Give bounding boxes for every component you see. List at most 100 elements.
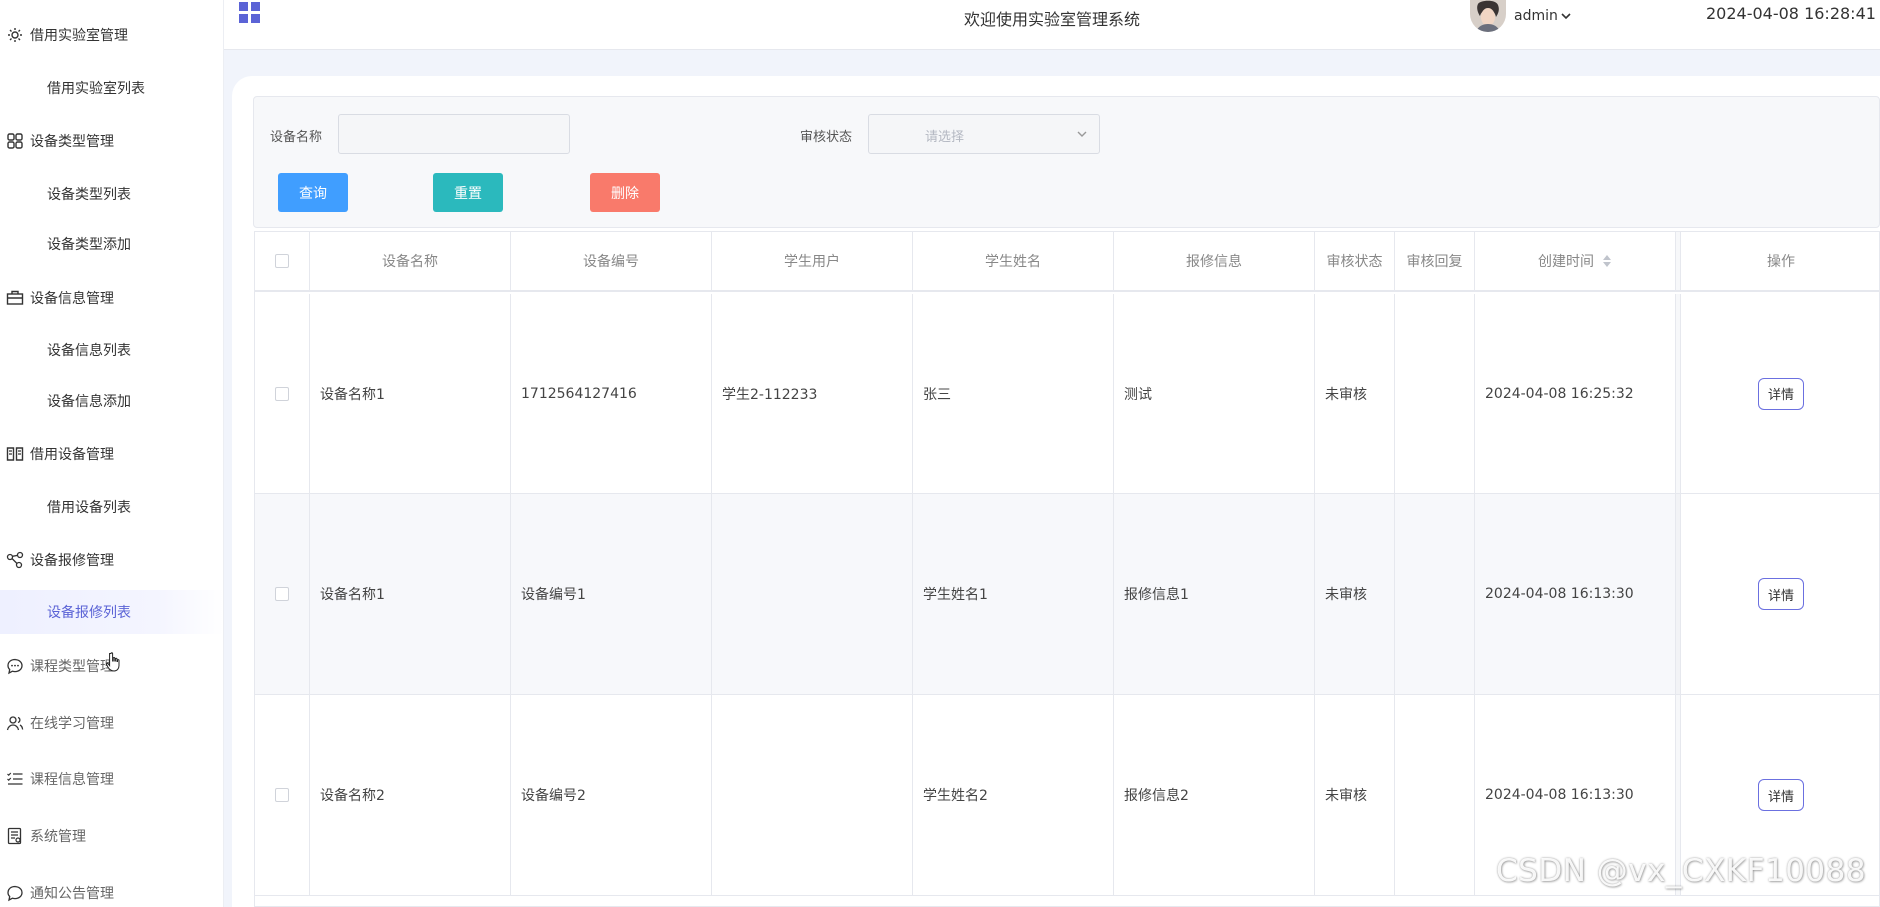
row-checkbox[interactable] — [275, 587, 289, 601]
cell-student-user — [712, 494, 913, 695]
menu-group-device-repair[interactable]: 设备报修管理 — [0, 540, 223, 580]
briefcase-icon — [6, 290, 24, 305]
sidebar-item-label: 设备类型添加 — [47, 237, 131, 253]
column-header: 学生姓名 — [913, 232, 1114, 292]
detail-button[interactable]: 详情 — [1758, 377, 1804, 410]
column-header: 设备编号 — [511, 232, 712, 292]
cell-student-name: 学生姓名1 — [913, 494, 1114, 695]
detail-button[interactable]: 详情 — [1758, 779, 1804, 811]
grid-icon — [7, 133, 23, 149]
column-header: 审核状态 — [1315, 232, 1395, 292]
column-header: 审核回复 — [1395, 232, 1475, 292]
data-table: 设备名称 设备编号 学生用户 学生姓名 报修信息 审核状态 审核回复 创建时间 … — [254, 231, 1880, 907]
user-menu[interactable]: admin — [1514, 8, 1572, 24]
document-icon — [7, 827, 22, 845]
column-header: 操作 — [1681, 232, 1880, 292]
status-select[interactable]: 请选择 — [868, 114, 1100, 154]
chat-icon — [7, 658, 23, 675]
cell-repair-info: 测试 — [1114, 294, 1315, 494]
cell-actions: 详情 — [1681, 294, 1880, 494]
cell-reply — [1395, 695, 1475, 896]
top-header: 欢迎使用实验室管理系统 admin 2024-04-08 16:28:41 — [224, 0, 1880, 50]
menu-group-lab-borrow[interactable]: 借用实验室管理 — [0, 15, 223, 55]
sidebar-item-label: 设备信息添加 — [47, 394, 131, 410]
cell-device-name: 设备名称1 — [310, 494, 511, 695]
chevron-down-icon — [1077, 131, 1087, 137]
menu-group-label: 通知公告管理 — [30, 886, 114, 902]
cell-created: 2024-04-08 16:13:30 — [1475, 494, 1676, 695]
row-select[interactable] — [255, 695, 310, 896]
sidebar: 借用实验室管理 借用实验室列表 设备类型管理 设备类型列表 设备类型添加 设备信… — [0, 0, 224, 907]
menu-group-label: 设备报修管理 — [30, 553, 114, 569]
column-header-label: 创建时间 — [1538, 254, 1594, 270]
menu-group-label: 在线学习管理 — [30, 716, 114, 732]
menu-group-system[interactable]: 系统管理 — [0, 816, 223, 856]
cell-device-no: 设备编号1 — [511, 494, 712, 695]
cell-repair-info: 报修信息1 — [1114, 494, 1315, 695]
cell-status: 未审核 — [1315, 494, 1395, 695]
menu-group-course-info[interactable]: 课程信息管理 — [0, 759, 223, 799]
sidebar-item-label: 设备报修列表 — [47, 605, 131, 621]
row-select[interactable] — [255, 494, 310, 695]
sidebar-item-device-type-add[interactable]: 设备类型添加 — [0, 222, 223, 266]
header-select-all[interactable] — [255, 232, 310, 292]
detail-button[interactable]: 详情 — [1758, 578, 1804, 610]
menu-group-label: 课程类型管理 — [30, 659, 114, 675]
sidebar-item-device-type-list[interactable]: 设备类型列表 — [0, 172, 223, 216]
users-icon — [6, 716, 24, 731]
menu-group-label: 借用设备管理 — [30, 447, 114, 463]
cell-status: 未审核 — [1315, 695, 1395, 896]
menu-group-online-learning[interactable]: 在线学习管理 — [0, 703, 223, 743]
query-button[interactable]: 查询 — [278, 173, 348, 212]
column-header: 设备名称 — [310, 232, 511, 292]
watermark: CSDN @vx_CXKF10088 — [1496, 853, 1867, 889]
cell-repair-info: 报修信息2 — [1114, 695, 1315, 896]
column-header: 报修信息 — [1114, 232, 1315, 292]
menu-group-announcement[interactable]: 通知公告管理 — [0, 873, 223, 907]
cell-device-no: 1712564127416 — [511, 294, 712, 494]
sidebar-item-label: 借用实验室列表 — [47, 81, 145, 97]
chevron-down-icon — [1561, 13, 1571, 20]
menu-group-label: 课程信息管理 — [30, 772, 114, 788]
column-header: 学生用户 — [712, 232, 913, 292]
menu-group-label: 设备信息管理 — [30, 291, 114, 307]
delete-button[interactable]: 删除 — [590, 173, 660, 212]
sidebar-item-label: 设备信息列表 — [47, 343, 131, 359]
cell-student-user — [712, 695, 913, 896]
row-checkbox[interactable] — [275, 788, 289, 802]
sidebar-item-device-borrow-list[interactable]: 借用设备列表 — [0, 485, 223, 529]
cell-student-name: 张三 — [913, 294, 1114, 494]
reset-button[interactable]: 重置 — [433, 173, 503, 212]
sidebar-item-label: 借用设备列表 — [47, 500, 131, 516]
share-icon — [6, 551, 24, 569]
menu-group-device-info[interactable]: 设备信息管理 — [0, 278, 223, 318]
list-icon — [7, 772, 23, 785]
sidebar-item-lab-borrow-list[interactable]: 借用实验室列表 — [0, 66, 223, 110]
column-header-sortable[interactable]: 创建时间 — [1475, 232, 1676, 292]
menu-group-device-type[interactable]: 设备类型管理 — [0, 121, 223, 161]
menu-group-device-borrow[interactable]: 借用设备管理 — [0, 434, 223, 474]
cell-actions: 详情 — [1681, 494, 1880, 695]
page-title: 欢迎使用实验室管理系统 — [963, 10, 1140, 29]
username: admin — [1514, 8, 1558, 24]
status-select-placeholder: 请选择 — [925, 130, 965, 145]
device-name-label: 设备名称 — [270, 130, 323, 145]
row-checkbox[interactable] — [275, 386, 289, 401]
cell-status: 未审核 — [1315, 294, 1395, 494]
menu-group-label: 系统管理 — [30, 829, 86, 845]
cell-device-name: 设备名称2 — [310, 695, 511, 896]
device-name-input[interactable] — [338, 114, 570, 154]
menu-group-label: 借用实验室管理 — [30, 28, 128, 44]
sidebar-item-device-info-list[interactable]: 设备信息列表 — [0, 328, 223, 372]
cell-reply — [1395, 494, 1475, 695]
sidebar-item-device-info-add[interactable]: 设备信息添加 — [0, 379, 223, 423]
cell-student-name: 学生姓名2 — [913, 695, 1114, 896]
select-all-checkbox[interactable] — [275, 254, 289, 268]
cell-device-no: 设备编号2 — [511, 695, 712, 896]
row-select[interactable] — [255, 294, 310, 494]
current-datetime: 2024-04-08 16:28:41 — [1706, 4, 1876, 23]
sort-icon[interactable] — [1602, 254, 1612, 268]
menu-group-label: 设备类型管理 — [30, 134, 114, 150]
sidebar-item-device-repair-list[interactable]: 设备报修列表 — [0, 590, 223, 634]
chat-icon — [7, 885, 23, 902]
